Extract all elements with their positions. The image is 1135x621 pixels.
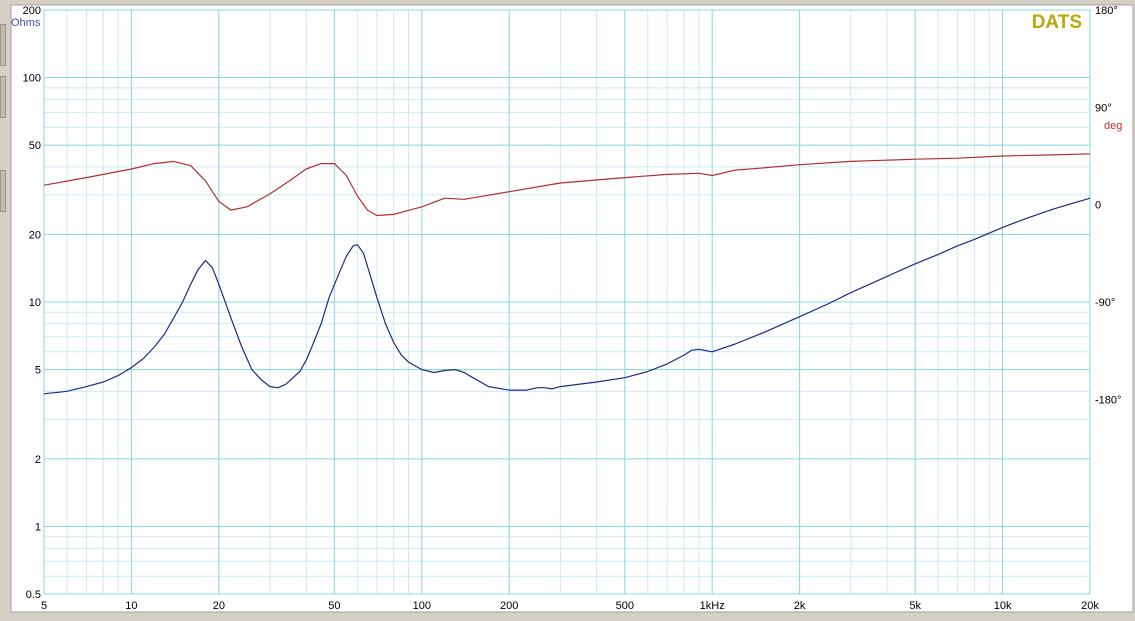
y-left-tick-label: 200 — [23, 5, 41, 17]
x-tick-label: 50 — [328, 600, 340, 612]
y-left-tick-label: 0.5 — [26, 589, 41, 601]
y-right-tick-label: 0 — [1095, 200, 1101, 212]
x-tick-label: 1kHz — [700, 600, 725, 612]
x-tick-label: 5k — [909, 600, 921, 612]
brand-logo: DATS — [1032, 12, 1082, 33]
y-left-tick-label: 20 — [29, 229, 41, 241]
x-tick-label: 10k — [994, 600, 1012, 612]
left-edge-handle-mid[interactable] — [0, 76, 6, 118]
y-right-tick-label: 90° — [1095, 102, 1112, 114]
y-left-tick-label: 100 — [23, 73, 41, 85]
left-edge-handle-top[interactable] — [0, 24, 6, 66]
x-tick-label: 100 — [413, 600, 431, 612]
y-left-tick-label: 2 — [35, 454, 41, 466]
y-right-tick-label: 180° — [1095, 5, 1118, 17]
y-right-tick-label: -90° — [1095, 297, 1115, 309]
y-right-tick-label: -180° — [1095, 394, 1121, 406]
y-left-tick-label: 5 — [35, 365, 41, 377]
x-tick-label: 5 — [41, 600, 47, 612]
x-tick-label: 20 — [213, 600, 225, 612]
y-left-tick-label: 1 — [35, 521, 41, 533]
y-left-tick-label: 50 — [29, 140, 41, 152]
x-tick-label: 10 — [125, 600, 137, 612]
chart: 5 10 20 50 100 200 500 1kHz 2k 5k 10k 20k 200100502… — [10, 4, 1134, 613]
y-right-axis-label: deg — [1104, 120, 1122, 132]
x-tick-label: 20k — [1081, 600, 1099, 612]
x-tick-label: 500 — [616, 600, 634, 612]
y-left-axis-label: Ohms — [11, 17, 41, 29]
x-tick-label: 2k — [794, 600, 806, 612]
y-left-tick-label: 10 — [29, 297, 41, 309]
x-tick-label: 200 — [500, 600, 518, 612]
left-edge-handle-low[interactable] — [0, 170, 6, 212]
